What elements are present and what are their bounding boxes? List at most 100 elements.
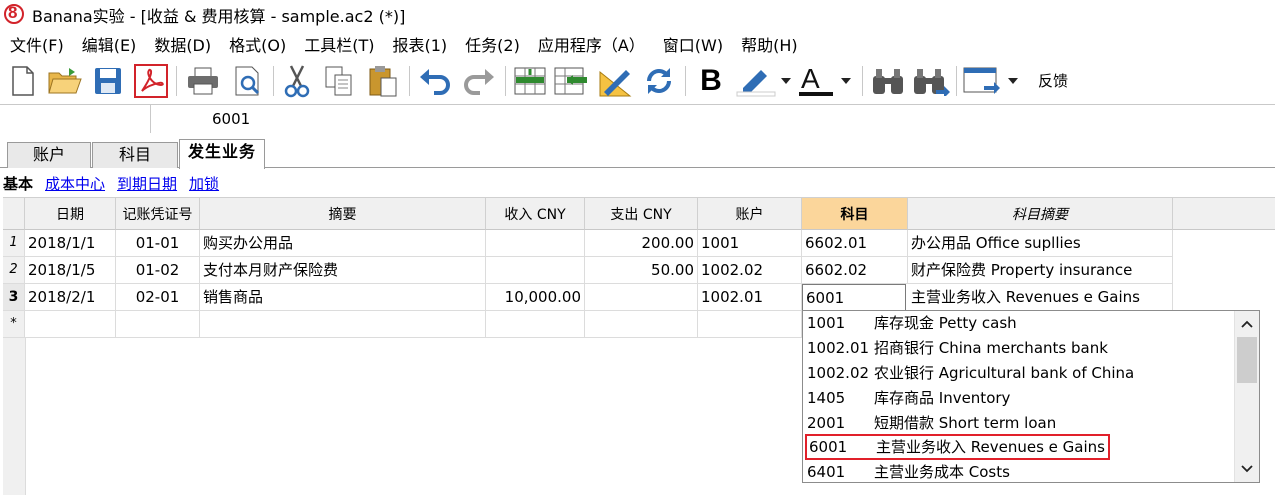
cell-account[interactable]: 1002.01	[698, 284, 802, 311]
bold-icon[interactable]: B	[694, 64, 728, 98]
scroll-up-icon[interactable]	[1235, 313, 1259, 335]
list-item[interactable]: 1405 库存商品 Inventory	[803, 386, 1233, 411]
menu-tasks[interactable]: 任务(2)	[456, 32, 529, 56]
tab-transactions[interactable]: 发生业务	[179, 139, 265, 169]
open-folder-icon[interactable]	[46, 64, 84, 98]
cell-expense[interactable]: 50.00	[585, 257, 698, 284]
row-number: 2	[3, 257, 25, 284]
edit-ruler-icon[interactable]	[597, 64, 633, 98]
category-dropdown-list[interactable]: 1001 库存现金 Petty cash 1002.01 招商银行 China …	[802, 310, 1260, 483]
scroll-down-icon[interactable]	[1235, 458, 1259, 480]
cell-description[interactable]	[200, 311, 486, 338]
row-number-header	[3, 197, 25, 230]
save-icon[interactable]	[91, 64, 125, 98]
item-name: 库存商品 Inventory	[874, 389, 1011, 407]
column-header-income[interactable]: 收入 CNY	[486, 197, 585, 230]
cell-category[interactable]: 6602.02	[802, 257, 908, 284]
menu-format[interactable]: 格式(O)	[220, 32, 295, 56]
menu-toolbar[interactable]: 工具栏(T)	[295, 32, 383, 56]
list-item[interactable]: 6401 主营业务成本 Costs	[803, 460, 1233, 482]
cell-reference-field[interactable]	[2, 105, 151, 133]
cell-voucher[interactable]	[116, 311, 200, 338]
cell-date[interactable]: 2018/1/5	[25, 257, 116, 284]
column-header-account[interactable]: 账户	[698, 197, 802, 230]
column-header-expense[interactable]: 支出 CNY	[585, 197, 698, 230]
redo-icon[interactable]	[461, 64, 497, 98]
cell-account[interactable]	[698, 311, 802, 338]
font-color-icon[interactable]: A	[797, 64, 855, 98]
item-name: 主营业务收入 Revenues e Gains	[876, 438, 1105, 456]
cell-category-description[interactable]: 财产保险费 Property insurance	[908, 257, 1173, 284]
column-header-voucher[interactable]: 记账凭证号	[116, 197, 200, 230]
cell-description[interactable]: 支付本月财产保险费	[200, 257, 486, 284]
cell-date[interactable]: 2018/2/1	[25, 284, 116, 311]
cell-account[interactable]: 1001	[698, 230, 802, 257]
menu-reports[interactable]: 报表(1)	[383, 32, 456, 56]
cell-category-description[interactable]: 主营业务收入 Revenues e Gains	[908, 284, 1173, 311]
list-item[interactable]: 1002.01 招商银行 China merchants bank	[803, 336, 1233, 361]
cell-description[interactable]: 购买办公用品	[200, 230, 486, 257]
undo-icon[interactable]	[417, 64, 453, 98]
column-header-blank	[1173, 197, 1275, 230]
cell-voucher[interactable]: 01-02	[116, 257, 200, 284]
copy-icon[interactable]	[322, 64, 356, 98]
list-item[interactable]: 2001 短期借款 Short term loan	[803, 411, 1233, 436]
dropdown-scrollbar[interactable]	[1234, 311, 1259, 482]
cell-category-description[interactable]: 办公用品 Office supllies	[908, 230, 1173, 257]
cell-voucher[interactable]: 02-01	[116, 284, 200, 311]
column-header-category-description[interactable]: 科目摘要	[908, 197, 1173, 230]
print-preview-icon[interactable]	[230, 64, 266, 98]
feedback-button[interactable]: 反馈	[1038, 70, 1068, 91]
column-header-description[interactable]: 摘要	[200, 197, 486, 230]
list-item[interactable]: 1001 库存现金 Petty cash	[803, 311, 1233, 336]
paste-icon[interactable]	[365, 64, 401, 98]
menu-data[interactable]: 数据(D)	[145, 32, 220, 56]
menu-window[interactable]: 窗口(W)	[654, 32, 732, 56]
delete-rows-icon[interactable]	[553, 64, 589, 98]
new-file-icon[interactable]	[8, 64, 38, 98]
cell-income[interactable]	[486, 230, 585, 257]
cell-description[interactable]: 销售商品	[200, 284, 486, 311]
window-layout-icon[interactable]	[962, 64, 1020, 98]
cell-value-field[interactable]: 6001	[212, 110, 250, 128]
cell-expense[interactable]	[585, 284, 698, 311]
view-due-date[interactable]: 到期日期	[117, 173, 177, 194]
cell-expense[interactable]	[585, 311, 698, 338]
cell-voucher[interactable]: 01-01	[116, 230, 200, 257]
column-header-category[interactable]: 科目	[802, 197, 908, 230]
list-item-selected[interactable]: 6001 主营业务收入 Revenues e Gains	[805, 434, 1110, 460]
cell-expense[interactable]: 200.00	[585, 230, 698, 257]
cell-category[interactable]: 6602.01	[802, 230, 908, 257]
cell-income[interactable]	[486, 257, 585, 284]
item-code: 6401	[807, 463, 846, 481]
cell-income[interactable]: 10,000.00	[486, 284, 585, 311]
pdf-icon[interactable]	[133, 64, 169, 98]
cell-account[interactable]: 1002.02	[698, 257, 802, 284]
column-header-date[interactable]: 日期	[25, 197, 116, 230]
cell-date[interactable]: 2018/1/1	[25, 230, 116, 257]
category-edit-field[interactable]: 6001	[802, 284, 906, 311]
insert-rows-icon[interactable]	[512, 64, 548, 98]
view-lock[interactable]: 加锁	[189, 173, 219, 194]
menu-apps[interactable]: 应用程序（A）	[529, 32, 654, 56]
cell-date[interactable]	[25, 311, 116, 338]
view-basic[interactable]: 基本	[3, 173, 33, 194]
find-icon[interactable]	[870, 64, 906, 98]
menu-help[interactable]: 帮助(H)	[732, 32, 807, 56]
find-next-icon[interactable]	[912, 64, 950, 98]
list-item[interactable]: 1002.02 农业银行 Agricultural bank of China	[803, 361, 1233, 386]
table-tabs: 账户 科目 发生业务	[0, 134, 1275, 169]
menu-file[interactable]: 文件(F)	[0, 32, 73, 56]
banana-logo-icon: 8	[4, 3, 26, 26]
print-icon[interactable]	[185, 64, 221, 98]
highlight-icon[interactable]	[735, 64, 791, 98]
view-cost-center[interactable]: 成本中心	[45, 173, 105, 194]
cut-icon[interactable]	[281, 64, 313, 98]
recalculate-icon[interactable]	[641, 64, 677, 98]
scroll-thumb[interactable]	[1237, 337, 1257, 383]
cell-income[interactable]	[486, 311, 585, 338]
window-title: Banana实验 - [收益 & 费用核算 - sample.ac2 (*)]	[32, 7, 406, 26]
tab-accounts[interactable]: 账户	[7, 142, 91, 168]
menu-edit[interactable]: 编辑(E)	[73, 32, 146, 56]
tab-categories[interactable]: 科目	[92, 142, 178, 168]
